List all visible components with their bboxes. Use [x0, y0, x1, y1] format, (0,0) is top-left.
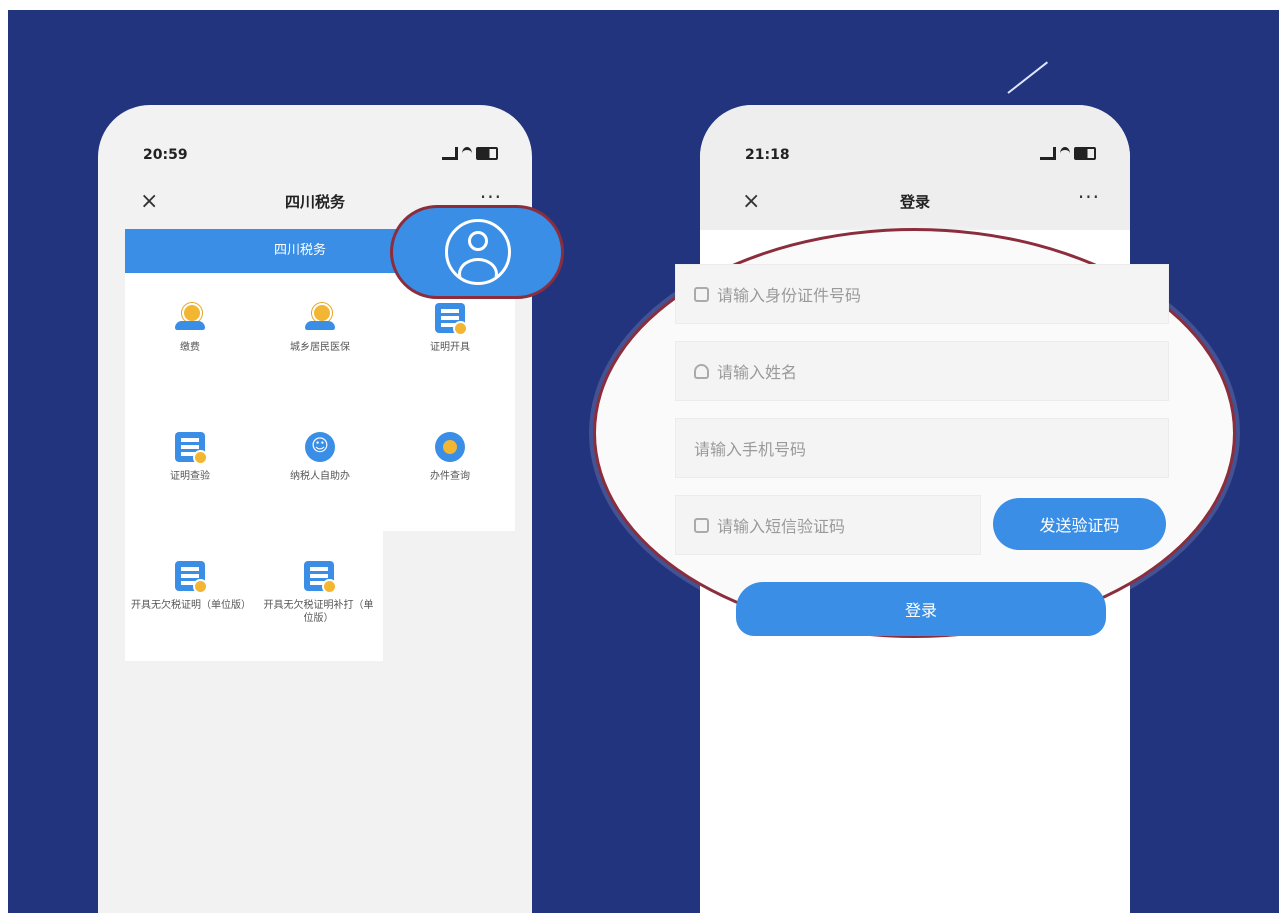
- status-time: 20:59: [143, 147, 188, 163]
- sms-code-placeholder: 请输入短信验证码: [717, 517, 846, 536]
- signal-icon: [1040, 147, 1056, 160]
- decorative-line: [1007, 61, 1049, 94]
- document-icon: [435, 303, 468, 336]
- user-badge: [390, 205, 564, 299]
- canvas: 20:59 × 四川税务 ··· 四川税务 缴费 城乡居民医保 证明开具 证明查…: [8, 10, 1279, 913]
- battery-icon: [1074, 147, 1096, 160]
- status-bar: 21:18: [700, 143, 1130, 167]
- status-time: 21:18: [745, 147, 790, 163]
- person-icon: [694, 363, 709, 379]
- grid-item-label: 缴费: [180, 342, 200, 353]
- service-grid: 缴费 城乡居民医保 证明开具 证明查验 纳税人自助办 办件查询: [125, 273, 515, 531]
- grid-item-label: 办件查询: [430, 471, 470, 482]
- grid-item-label: 证明开具: [430, 342, 470, 353]
- grid-item-label: 证明查验: [170, 471, 210, 482]
- login-button[interactable]: 登录: [736, 582, 1106, 636]
- grid-item-no-tax-reprint[interactable]: 开具无欠税证明补打（单位版）: [254, 531, 383, 661]
- phone-placeholder: 请输入手机号码: [694, 440, 807, 459]
- name-field[interactable]: 请输入姓名: [675, 341, 1169, 401]
- service-grid-second: 开具无欠税证明（单位版） 开具无欠税证明补打（单位版）: [125, 531, 383, 661]
- grid-item-self-service[interactable]: 纳税人自助办: [255, 402, 385, 531]
- grid-item-verify-certificate[interactable]: 证明查验: [125, 402, 255, 531]
- id-card-icon: [694, 286, 709, 302]
- sms-code-field[interactable]: 请输入短信验证码: [675, 495, 981, 555]
- grid-item-label: 开具无欠税证明（单位版）: [131, 600, 251, 611]
- check-circle-icon: [435, 432, 465, 462]
- shield-check-icon: [694, 517, 709, 533]
- user-icon: [445, 219, 511, 285]
- page-title: 登录: [899, 193, 930, 211]
- document-icon: [175, 432, 208, 465]
- wifi-icon: [462, 147, 472, 160]
- circle-icon: [305, 432, 335, 462]
- document-icon: [303, 561, 337, 594]
- grid-item-medical-insurance[interactable]: 城乡居民医保: [255, 273, 385, 402]
- document-icon: [174, 561, 208, 594]
- id-number-field[interactable]: 请输入身份证件号码: [675, 264, 1169, 324]
- battery-icon: [476, 147, 498, 160]
- coin-hand-icon: [305, 303, 335, 333]
- signal-icon: [442, 147, 458, 160]
- wifi-icon: [1060, 147, 1070, 160]
- nav-bar: × 登录 ···: [700, 183, 1130, 219]
- phone-field[interactable]: 请输入手机号码: [675, 418, 1169, 532]
- status-icons: [442, 147, 498, 160]
- coin-hand-icon: [175, 303, 205, 333]
- grid-item-label: 纳税人自助办: [290, 471, 350, 482]
- id-number-placeholder: 请输入身份证件号码: [717, 286, 862, 305]
- grid-item-label: 开具无欠税证明补打（单位版）: [263, 600, 374, 624]
- more-icon[interactable]: ···: [1078, 185, 1100, 209]
- grid-item-query[interactable]: 办件查询: [385, 402, 515, 531]
- name-placeholder: 请输入姓名: [717, 363, 798, 382]
- grid-item-no-tax-certificate[interactable]: 开具无欠税证明（单位版）: [125, 531, 254, 661]
- status-bar: 20:59: [98, 143, 532, 167]
- grid-item-label: 城乡居民医保: [290, 342, 350, 353]
- send-code-button[interactable]: 发送验证码: [993, 498, 1166, 550]
- grid-item-payment[interactable]: 缴费: [125, 273, 255, 402]
- status-icons: [1040, 147, 1096, 160]
